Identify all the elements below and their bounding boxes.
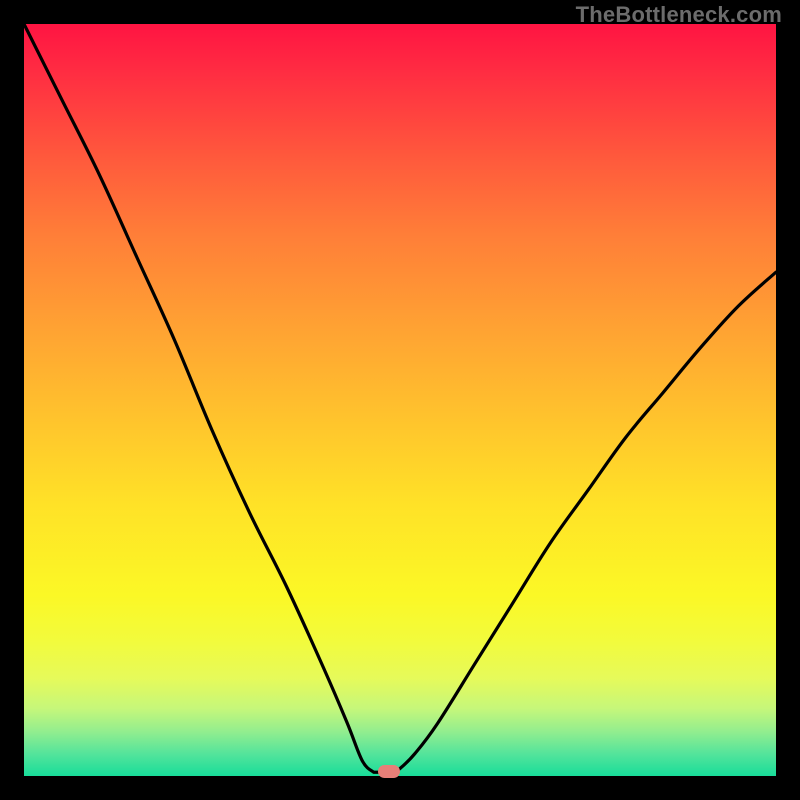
plot-area [24, 24, 776, 776]
valley-curve [24, 24, 776, 772]
optimum-marker [378, 765, 400, 778]
chart-svg [24, 24, 776, 776]
watermark-text: TheBottleneck.com [576, 2, 782, 28]
chart-frame: TheBottleneck.com [0, 0, 800, 800]
